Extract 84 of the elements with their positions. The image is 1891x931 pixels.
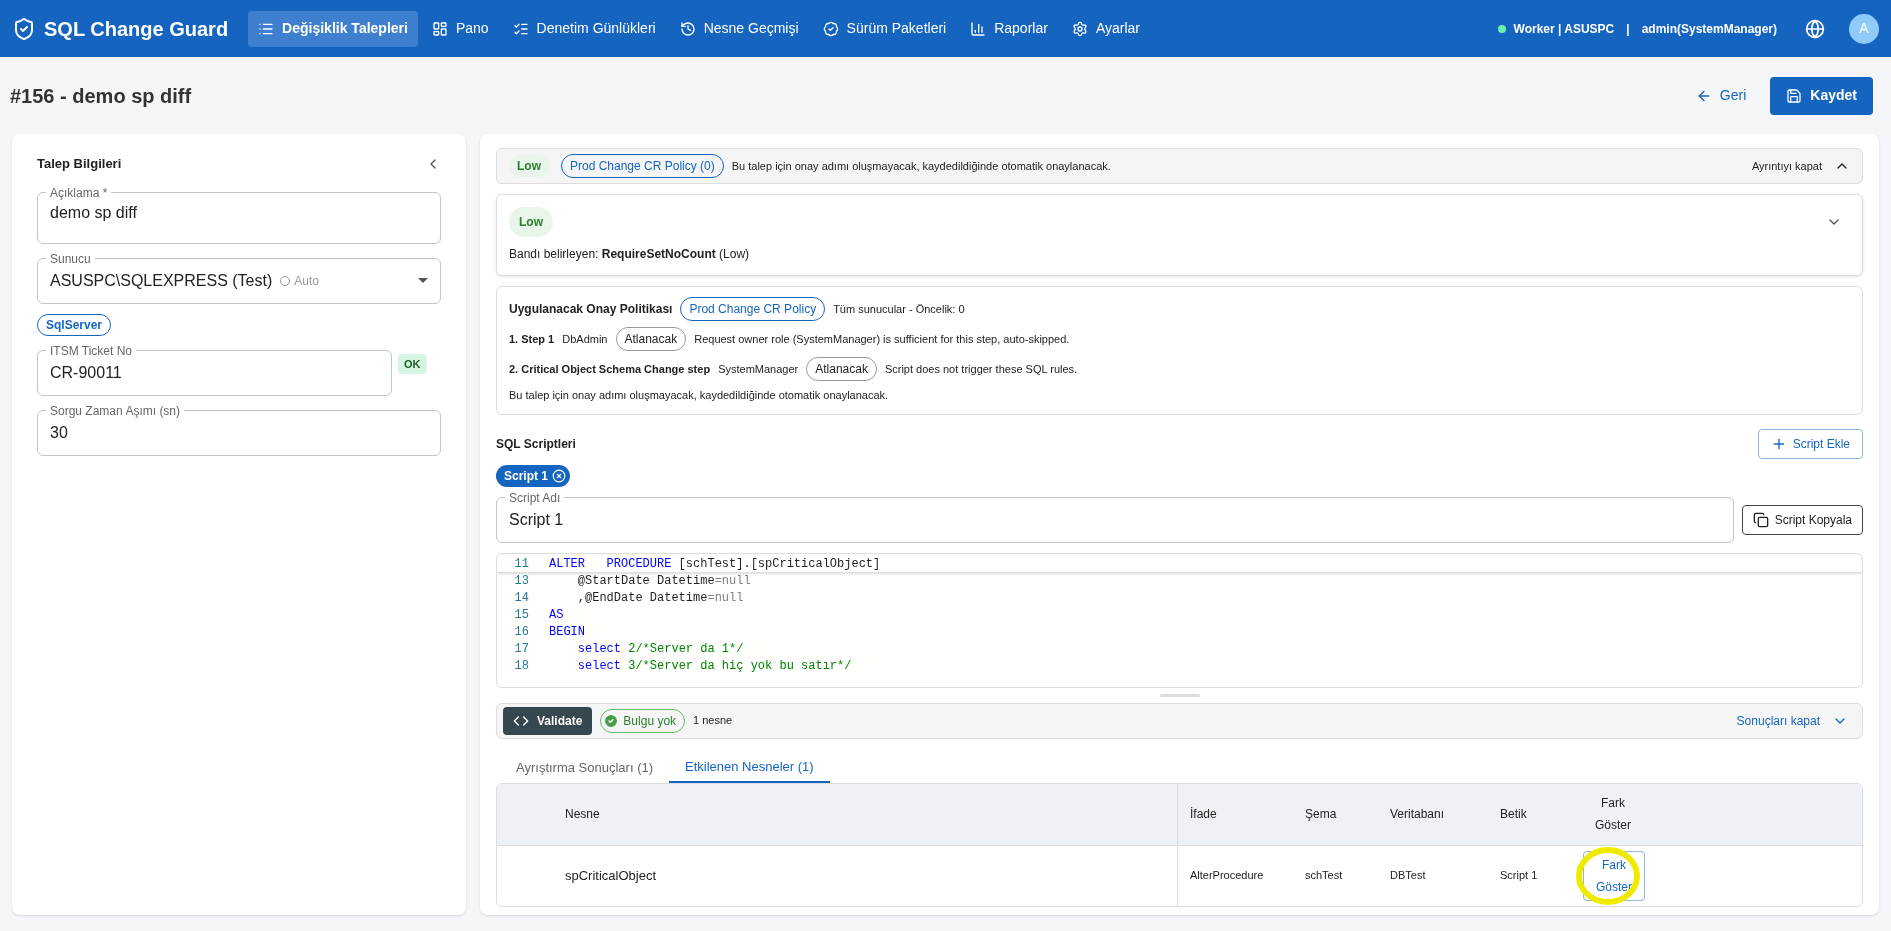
policy-title: Uygulanacak Onay Politikası [509, 301, 673, 318]
field-value: 30 [50, 422, 68, 443]
line-number: 18 [513, 658, 530, 675]
nav-item[interactable]: Denetim Günlükleri [502, 10, 666, 47]
result-tab[interactable]: Ayrıştırma Sonuçları (1) [500, 752, 670, 783]
auto-hint: Auto [294, 272, 319, 290]
column-header: Nesne [553, 783, 1178, 845]
field-value: Script 1 [509, 509, 564, 530]
nav-item[interactable]: Değişiklik Talepleri [248, 10, 418, 47]
column-header: İfade [1189, 806, 1218, 823]
line-number: 17 [513, 641, 530, 658]
language-icon[interactable] [1805, 18, 1825, 39]
result-tab[interactable]: Etkilenen Nesneler (1) [669, 752, 830, 783]
step-note: Script does not trigger these SQL rules. [884, 361, 1078, 377]
shield-icon [12, 16, 36, 41]
table-cell-text: AlterProcedure [1189, 868, 1265, 884]
copy-icon [1752, 511, 1769, 528]
save-icon [1786, 87, 1803, 104]
copy-script-button[interactable]: Script Kopyala [1741, 504, 1863, 535]
step-role: DbAdmin [562, 331, 608, 347]
step-name: 1. Step 1 [509, 331, 555, 347]
column-header: Şema [1304, 806, 1338, 823]
nav-item[interactable]: Pano [421, 10, 499, 47]
object-count: 1 nesne [693, 713, 733, 729]
close-icon[interactable] [552, 468, 566, 483]
column-header: Fark Göster [1594, 795, 1632, 834]
policy-scope: Tüm sunucular - Öncelik: 0 [833, 301, 965, 317]
details-toggle[interactable]: Ayrıntıyı kapat [1751, 157, 1850, 175]
code-line: select 3/*Server da hiç yok bu satır*/ [576, 658, 852, 675]
nav-icon [970, 20, 987, 37]
results-toggle[interactable]: Sonuçları kapat [1736, 711, 1848, 730]
line-number: 11 [513, 555, 530, 573]
risk-band-badge: Low [509, 207, 553, 237]
policy-footer: Bu talep için onay adımı oluşmayacak, kaydedildiğinde otomatik onaylanacak. [509, 387, 1850, 404]
step-role: SystemManager [718, 361, 799, 377]
step-name: 2. Critical Object Schema Change step [509, 361, 711, 377]
separator-text: | [1626, 20, 1630, 38]
nav-item[interactable]: Ayarlar [1061, 10, 1150, 47]
line-number: 13 [513, 573, 530, 590]
code-line: ALTER PROCEDURE [schTest].[spCriticalObject] [548, 555, 881, 573]
nav-icon [431, 20, 448, 37]
section-title: SQL Scriptleri [496, 435, 576, 453]
user-name: admin(SystemManager) [1641, 20, 1777, 38]
diff-button[interactable]: Fark Göster [1583, 850, 1645, 901]
field-value: demo sp diff [50, 202, 137, 223]
back-button[interactable]: Geri [1683, 77, 1759, 114]
nav-item[interactable]: Sürüm Paketleri [812, 10, 957, 47]
nav-item[interactable]: Raporlar [960, 10, 1058, 47]
risk-band-badge: Low [509, 155, 549, 177]
line-number: 16 [513, 624, 530, 641]
check-circle-icon [603, 712, 620, 729]
nav-icon [679, 20, 696, 37]
field-value: CR-90011 [50, 362, 122, 383]
worker-status: Worker | ASUSPC [1513, 20, 1615, 38]
ok-badge: OK [398, 353, 427, 374]
dropdown-caret-icon [418, 278, 428, 283]
column-header: Veritabanı [1389, 806, 1446, 823]
save-button[interactable]: Kaydet [1770, 76, 1873, 115]
table-cell: spCriticalObject [553, 845, 1178, 906]
app-title: SQL Change Guard [44, 16, 229, 42]
field-value: ASUSPC\SQLEXPRESS (Test) [50, 270, 273, 291]
script-tab[interactable]: Script 1 [496, 464, 570, 487]
table-cell-text: schTest [1304, 868, 1344, 884]
page-title: #156 - demo sp diff [10, 83, 192, 109]
code-line: BEGIN [548, 624, 585, 641]
line-number: 14 [513, 590, 530, 607]
code-line: @StartDate Datetime=null [576, 573, 751, 590]
risk-message: Bu talep için onay adımı oluşmayacak, kaydedildiğinde otomatik onaylanacak. [731, 158, 1111, 174]
column-header: Betik [1499, 806, 1528, 823]
nav-icon [822, 20, 839, 37]
panel-title: Talep Bilgileri [37, 155, 122, 173]
validate-button[interactable]: Validate [503, 706, 593, 735]
risk-reason: Bandı belirleyen: RequireSetNoCount (Low) [509, 246, 751, 263]
code-line: select 2/*Server da 1*/ [576, 641, 744, 658]
code-line: ,@EndDate Datetime=null [576, 590, 744, 607]
table-cell-text: Script 1 [1499, 868, 1539, 884]
add-script-button[interactable]: Script Ekle [1757, 428, 1863, 459]
table-cell-text: DBTest [1389, 868, 1427, 884]
code-editor[interactable]: 11 ALTER PROCEDURE [schTest].[spCriticalObject] 13 @StartDate Datetime=null 14 ,@EndDate Datetime=null 15 AS 16 BEGIN 17 select 2/*Server da 1*/ 18 select 3/*Server da hiç yok bu satır*/ [496, 552, 1863, 688]
code-line: AS [548, 607, 564, 624]
nav-icon [1071, 20, 1088, 37]
step-note: Request owner role (SystemManager) is sufficient for this step, auto-skipped. [694, 331, 1070, 347]
nav-item[interactable]: Nesne Geçmişi [669, 10, 809, 47]
line-number: 15 [513, 607, 530, 624]
